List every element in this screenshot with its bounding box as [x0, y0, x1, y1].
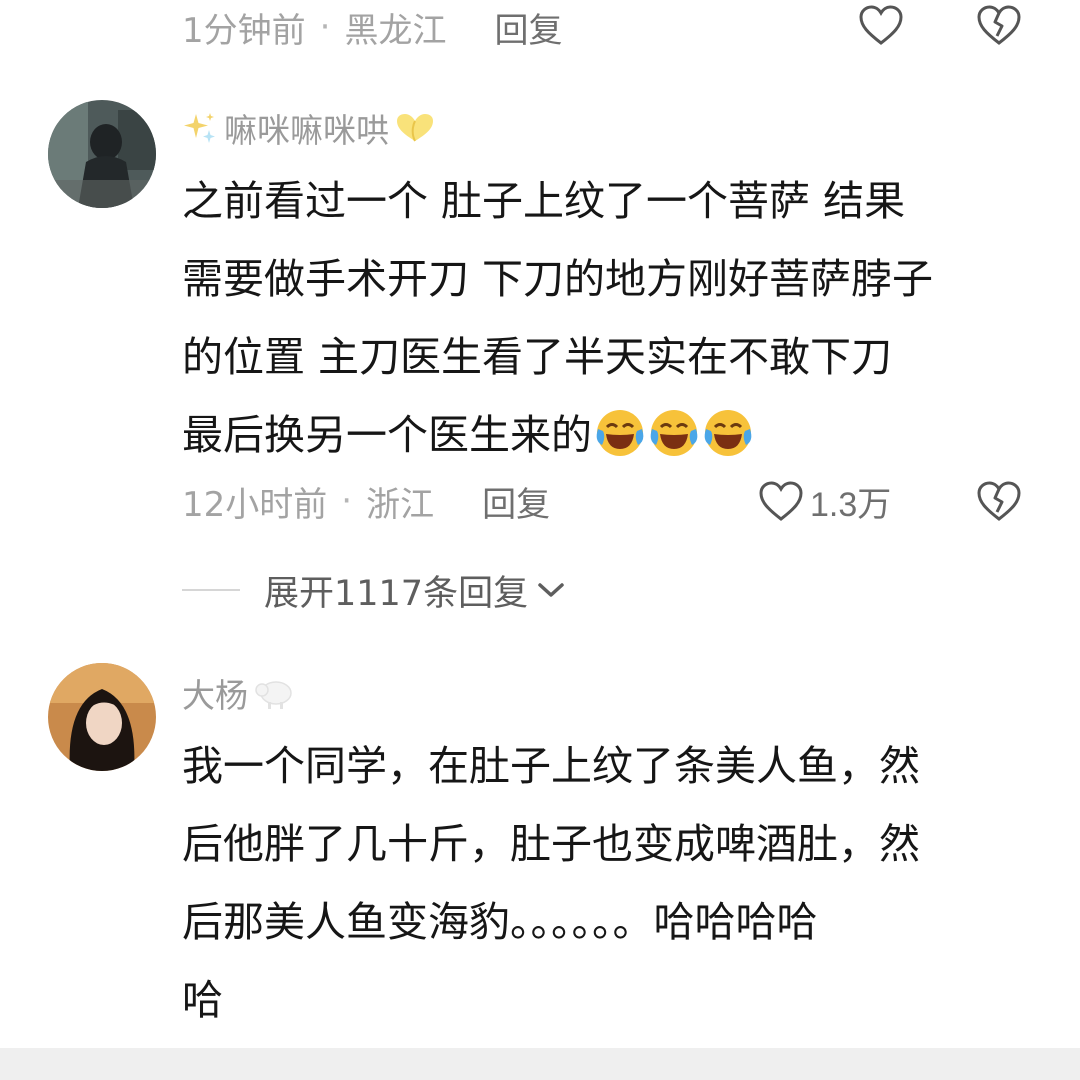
broken-heart-icon	[977, 481, 1021, 521]
like-button[interactable]: 1.3万	[758, 476, 891, 526]
comment-location: 浙江	[366, 484, 435, 525]
dislike-button[interactable]	[974, 2, 1024, 48]
prev-comment-meta: 1分钟前 · 黑龙江 回复	[182, 2, 562, 52]
comment-body: 之前看过一个 肚子上纹了一个菩萨 结果 需要做手术开刀 下刀的地方刚好菩萨脖子 …	[182, 162, 1032, 474]
username[interactable]: 大杨	[182, 669, 248, 717]
username[interactable]: 嘛咪嘛咪哄	[224, 104, 389, 152]
sheep-icon	[255, 681, 292, 709]
comment-line: 需要做手术开刀 下刀的地方刚好菩萨脖子	[182, 255, 934, 303]
heart-icon	[859, 5, 903, 45]
comment-line: 的位置 主刀医生看了半天实在不敢下刀	[182, 333, 893, 381]
like-count: 1.3万	[810, 485, 892, 524]
laughing-crying-emoji	[650, 410, 698, 456]
avatar[interactable]	[48, 663, 156, 771]
comment-line: 后他胖了几十斤，肚子也变成啤酒肚，然	[182, 820, 920, 868]
avatar[interactable]	[48, 100, 156, 208]
like-button[interactable]	[856, 2, 906, 48]
comment-line: 最后换另一个医生来的	[182, 411, 592, 459]
heart-icon	[759, 481, 803, 521]
reply-button[interactable]: 回复	[494, 3, 562, 52]
comment-body: 我一个同学，在肚子上纹了条美人鱼，然 后他胖了几十斤，肚子也变成啤酒肚，然 后那…	[182, 727, 1032, 1039]
comment-time: 1分钟前	[182, 10, 306, 51]
comment-line: 哈	[182, 976, 223, 1024]
comment-line: 后那美人鱼变海豹。。。。。。哈哈哈哈	[182, 898, 818, 946]
comment-time: 12小时前	[182, 484, 328, 525]
comment-location: 黑龙江	[344, 10, 447, 51]
chevron-down-icon	[538, 583, 564, 597]
comment-line-with-emoji: 最后换另一个医生来的	[182, 396, 1032, 474]
reply-button[interactable]: 回复	[482, 477, 550, 526]
comment-username-row: 大杨	[182, 668, 296, 718]
sparkle-icon	[184, 113, 215, 143]
expand-replies-button[interactable]: 展开1117条回复	[182, 562, 566, 618]
separator-dot: ·	[341, 481, 353, 521]
expand-replies-label: 展开1117条回复	[264, 573, 529, 614]
comment-line: 我一个同学，在肚子上纹了条美人鱼，然	[182, 742, 920, 790]
dislike-button[interactable]	[974, 478, 1024, 524]
laughing-crying-emoji	[596, 410, 644, 456]
comment-meta: 12小时前 · 浙江 回复	[182, 476, 550, 526]
laughing-crying-emoji	[704, 410, 752, 456]
separator-dot: ·	[319, 7, 331, 47]
comment-line: 之前看过一个 肚子上纹了一个菩萨 结果	[182, 177, 906, 225]
divider-line	[182, 589, 240, 591]
broken-heart-icon	[977, 5, 1021, 45]
bottom-cutoff-bar	[0, 1048, 1080, 1080]
yellow-heart-hands-icon	[397, 114, 433, 142]
comment-username-row: 嘛咪嘛咪哄	[182, 103, 437, 153]
